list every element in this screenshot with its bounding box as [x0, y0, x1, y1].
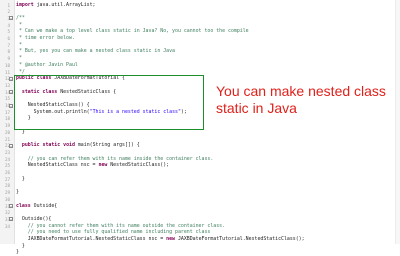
code-line[interactable]: } [16, 176, 25, 183]
code-line[interactable]: } [16, 189, 19, 196]
fold-toggle-icon[interactable]: − [9, 90, 13, 95]
nested-class-highlight-box [14, 75, 204, 130]
fold-toggle-icon[interactable]: − [9, 103, 13, 109]
code-line[interactable]: * @author Javin Paul [16, 62, 78, 69]
code-line[interactable]: * But, yes you can make a nested class s… [16, 48, 175, 55]
code-line[interactable]: public static void main(String args[]) { [16, 142, 140, 149]
vertical-scrollbar[interactable] [395, 0, 400, 244]
code-line[interactable]: import java.util.ArrayList; [16, 2, 96, 9]
fold-toggle-icon[interactable]: − [9, 143, 13, 149]
line-number: 34 [4, 223, 10, 229]
fold-toggle-icon[interactable]: − [9, 217, 13, 222]
code-line[interactable]: JAXBDateFormatTutorial.NestedStaticClass… [16, 236, 305, 243]
fold-toggle-icon[interactable]: − [9, 16, 13, 21]
fold-toggle-icon[interactable]: − [9, 76, 13, 82]
code-line[interactable]: NestedStaticClass nsc = new NestedStatic… [16, 162, 169, 169]
code-line[interactable]: * time error below. [16, 35, 75, 42]
callout-text: You can make nested class static in Java [216, 83, 386, 116]
fold-toggle-icon[interactable]: − [9, 204, 13, 209]
code-line[interactable]: class Outside{ [16, 203, 57, 210]
code-line[interactable]: } [16, 249, 19, 256]
